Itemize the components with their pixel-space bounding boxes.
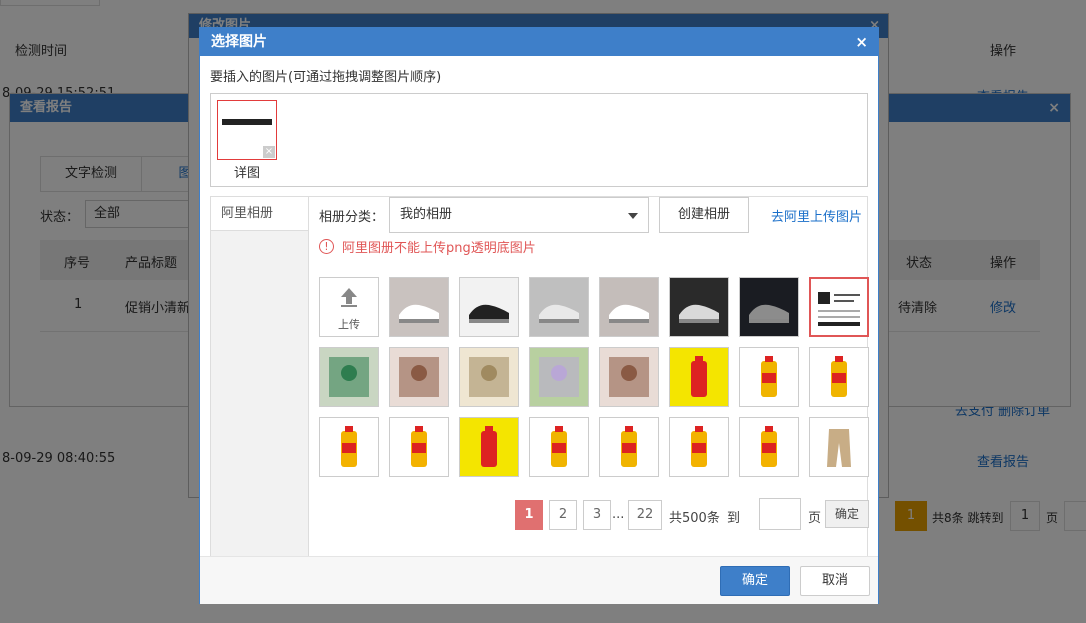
page-last[interactable]: 22 [628,500,662,530]
image-tile-oil-bottle-text-3[interactable] [529,417,589,477]
upload-base-line [341,305,357,307]
album-sidebar: 阿里相册 [211,197,309,585]
image-tile-graphic [393,421,445,473]
image-tile-book-cover-green[interactable] [319,347,379,407]
image-tile-graphic [743,421,795,473]
image-tile-graphic [323,421,375,473]
chevron-down-icon [628,213,638,219]
dialog-footer: 确定 取消 [200,556,878,604]
image-tile-graphic [813,351,865,403]
pager-total: 共500条 [669,511,720,526]
thumb-banner-graphic [222,119,272,125]
image-tile-graphic [743,281,795,333]
dialog-titlebar: 选择图片 × [200,28,878,56]
close-icon[interactable]: × [855,28,868,56]
warning-icon: ! [319,239,334,254]
image-tile-graphic [323,351,375,403]
image-tile-oil-bottle-text-2[interactable] [809,347,869,407]
image-tile-portrait-woman-2[interactable] [599,347,659,407]
pager-goto-label: 到 [727,511,741,526]
album-main: 相册分类： 我的相册 创建相册 去阿里上传图片 ! 阿里图册不能上传png透明底… [309,197,869,585]
image-tile-graphic [603,281,655,333]
image-tile-book-cover-cream[interactable] [459,347,519,407]
image-tile-graphic [673,351,725,403]
image-tile-business-card[interactable] [809,277,869,337]
image-tile-graphic [813,421,865,473]
dialog-body: 要插入的图片(可通过拖拽调整图片顺序) × 详图 阿里相册 相册分类： 我的相册… [200,56,878,585]
image-tile-oil-bottle-pink-2[interactable] [739,417,799,477]
select-image-dialog: 选择图片 × 要插入的图片(可通过拖拽调整图片顺序) × 详图 阿里相册 相册分… [199,27,879,604]
upload-arrow-stem [346,297,352,304]
image-tile-oil-bottle-pink[interactable] [389,417,449,477]
dialog-pager: 1 2 3 ... 22 共500条 到 页 确定 [309,498,869,530]
image-tile-oil-yellow-label[interactable] [669,347,729,407]
selected-image-thumb[interactable]: × [217,100,277,160]
image-tile-shoe-white-2[interactable] [599,277,659,337]
image-tile-graphic [673,281,725,333]
image-tile-graphic [533,351,585,403]
page-ellipsis: ... [612,507,625,522]
image-tile-shoe-black-blue[interactable] [739,277,799,337]
image-tile-graphic [533,421,585,473]
upload-arrow-icon [341,288,357,297]
cancel-button[interactable]: 取消 [800,566,870,596]
image-tile-graphic [533,281,585,333]
image-tile-oil-bottle-text-4[interactable] [599,417,659,477]
dialog-title: 选择图片 [211,34,267,50]
image-tile-oil-bottle-text-1[interactable] [739,347,799,407]
image-tile-pants-khaki[interactable] [809,417,869,477]
page-1[interactable]: 1 [515,500,543,530]
pager-page-input[interactable] [759,498,801,530]
image-tile-portrait-woman-1[interactable] [389,347,449,407]
image-tile-graphic [463,421,515,473]
image-tile-graphic [673,421,725,473]
insert-images-label: 要插入的图片(可通过拖拽调整图片顺序) [210,70,442,85]
image-tile-oil-bottle-1[interactable] [319,417,379,477]
upload-tile[interactable]: 上传 [319,277,379,337]
selected-image-caption: 详图 [233,166,260,181]
image-tile-girl-dress[interactable] [529,347,589,407]
ok-button[interactable]: 确定 [720,566,790,596]
page-2[interactable]: 2 [549,500,577,530]
pager-confirm-button[interactable]: 确定 [825,500,869,528]
image-tile-graphic [603,351,655,403]
image-tile-graphic [463,281,515,333]
page-3[interactable]: 3 [583,500,611,530]
album-panel: 阿里相册 相册分类： 我的相册 创建相册 去阿里上传图片 ! 阿里图册不能上传p… [210,196,869,585]
create-album-button[interactable]: 创建相册 [659,197,749,233]
album-category-value: 我的相册 [400,207,453,222]
image-tile-graphic [393,281,445,333]
sidebar-item-ali-album[interactable]: 阿里相册 [211,197,308,231]
image-tile-oil-yellow-label-2[interactable] [459,417,519,477]
image-tile-oil-bottle-2[interactable] [669,417,729,477]
upload-tile-label: 上传 [338,318,360,331]
selected-images-area[interactable]: × 详图 [210,93,868,187]
image-tile-graphic [814,282,864,332]
image-tile-graphic [603,421,655,473]
pager-page-unit: 页 [808,511,822,526]
album-category-label: 相册分类： [319,210,385,225]
image-tile-graphic [393,351,445,403]
remove-image-icon[interactable]: × [263,146,275,158]
image-tile-shoe-grid[interactable] [529,277,589,337]
image-tile-shoe-white-1[interactable] [389,277,449,337]
image-tile-graphic [463,351,515,403]
album-category-select[interactable]: 我的相册 [389,197,649,233]
image-tile-shoe-black-dark[interactable] [669,277,729,337]
image-tile-shoe-black-side[interactable] [459,277,519,337]
warning-text: 阿里图册不能上传png透明底图片 [342,241,536,256]
upload-to-ali-link[interactable]: 去阿里上传图片 [771,206,862,225]
image-tile-graphic [743,351,795,403]
png-warning: ! 阿里图册不能上传png透明底图片 [319,237,536,256]
